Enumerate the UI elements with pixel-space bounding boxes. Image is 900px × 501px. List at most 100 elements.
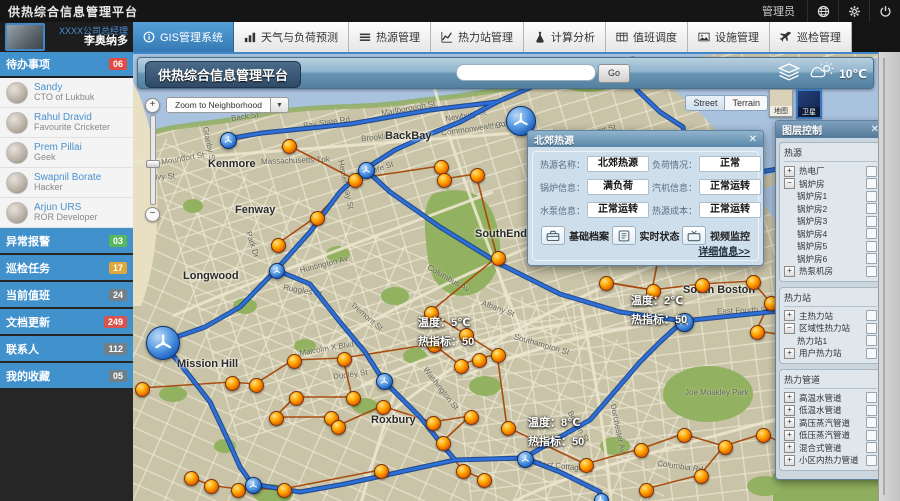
tab-7[interactable]: 设施管理 bbox=[688, 22, 770, 52]
heat-station-marker[interactable] bbox=[374, 464, 389, 479]
gear-icon[interactable] bbox=[838, 0, 869, 22]
heat-station-marker[interactable] bbox=[287, 354, 302, 369]
layer-checkbox[interactable] bbox=[866, 417, 877, 428]
expander-icon[interactable]: + bbox=[784, 430, 795, 441]
terrain-view-button[interactable]: Terrain bbox=[725, 95, 768, 111]
layer-checkbox[interactable] bbox=[866, 178, 877, 189]
sidebar-item-巡检任务[interactable]: 巡检任务17 bbox=[0, 255, 133, 282]
layer-checkbox[interactable] bbox=[866, 253, 877, 264]
heat-station-marker[interactable] bbox=[269, 411, 284, 426]
tab-4[interactable]: 热力站管理 bbox=[431, 22, 524, 52]
heat-station-marker[interactable] bbox=[599, 276, 614, 291]
heat-station-marker[interactable] bbox=[746, 275, 761, 290]
heat-source-marker[interactable] bbox=[376, 373, 393, 390]
globe-icon[interactable] bbox=[807, 0, 838, 22]
search-input[interactable] bbox=[456, 64, 596, 81]
heat-station-marker[interactable] bbox=[501, 421, 516, 436]
heat-source-marker[interactable] bbox=[358, 162, 375, 179]
heat-station-marker[interactable] bbox=[456, 464, 471, 479]
zoom-in-button[interactable]: + bbox=[145, 98, 160, 113]
layer-checkbox[interactable] bbox=[866, 455, 877, 466]
admin-label[interactable]: 管理员 bbox=[750, 3, 807, 19]
contact-item[interactable]: SandyCTO of Lukbuk bbox=[0, 78, 133, 108]
heat-station-marker[interactable] bbox=[271, 238, 286, 253]
zoom-out-button[interactable]: − bbox=[145, 207, 160, 222]
layer-checkbox[interactable] bbox=[866, 191, 877, 202]
heat-station-marker[interactable] bbox=[282, 139, 297, 154]
heat-station-marker[interactable] bbox=[225, 376, 240, 391]
heat-station-marker[interactable] bbox=[424, 306, 439, 321]
details-link[interactable]: 详细信息>> bbox=[698, 243, 750, 258]
sidebar-item-todo[interactable]: 待办事项 06 bbox=[0, 52, 133, 78]
power-icon[interactable] bbox=[869, 0, 900, 22]
heat-station-marker[interactable] bbox=[427, 338, 442, 353]
heat-station-marker[interactable] bbox=[718, 440, 733, 455]
popup-button-实时状态[interactable]: 实时状态 bbox=[612, 226, 680, 245]
layer-checkbox[interactable] bbox=[866, 241, 877, 252]
layer-checkbox[interactable] bbox=[866, 430, 877, 441]
expander-icon[interactable]: + bbox=[784, 266, 795, 277]
heat-source-marker[interactable] bbox=[594, 493, 609, 501]
heat-station-marker[interactable] bbox=[310, 211, 325, 226]
sidebar-item-我的收藏[interactable]: 我的收藏05 bbox=[0, 363, 133, 390]
expander-icon[interactable]: + bbox=[784, 455, 795, 466]
popup-button-基础档案[interactable]: 基础档案 bbox=[541, 226, 609, 245]
chevron-down-icon[interactable]: ▼ bbox=[271, 97, 289, 113]
go-button[interactable]: Go bbox=[598, 64, 630, 83]
expander-icon[interactable]: + bbox=[784, 417, 795, 428]
expander-icon[interactable]: + bbox=[784, 310, 795, 321]
layer-checkbox[interactable] bbox=[866, 310, 877, 321]
layer-checkbox[interactable] bbox=[866, 405, 877, 416]
layer-checkbox[interactable] bbox=[866, 216, 877, 227]
heat-station-marker[interactable] bbox=[694, 469, 709, 484]
layer-checkbox[interactable] bbox=[866, 348, 877, 359]
tab-3[interactable]: 热源管理 bbox=[349, 22, 431, 52]
expander-icon[interactable]: − bbox=[784, 178, 795, 189]
heat-station-marker[interactable] bbox=[135, 382, 150, 397]
heat-station-marker[interactable] bbox=[184, 471, 199, 486]
heat-station-marker[interactable] bbox=[477, 473, 492, 488]
tab-2[interactable]: 天气与负荷预测 bbox=[234, 22, 349, 52]
sidebar-item-联系人[interactable]: 联系人112 bbox=[0, 336, 133, 363]
heat-station-marker[interactable] bbox=[646, 284, 661, 299]
layers-icon[interactable] bbox=[777, 63, 801, 86]
heat-source-marker[interactable] bbox=[675, 313, 694, 332]
map-canvas[interactable]: Back StBay State RdBrookline AvCommonwea… bbox=[133, 52, 878, 501]
heat-station-marker[interactable] bbox=[249, 378, 264, 393]
layer-checkbox[interactable] bbox=[866, 166, 877, 177]
contact-item[interactable]: Rahul DravidFavourite Cricketer bbox=[0, 108, 133, 138]
tab-5[interactable]: 计算分析 bbox=[524, 22, 606, 52]
heat-station-marker[interactable] bbox=[695, 278, 710, 293]
heat-station-marker[interactable] bbox=[470, 168, 485, 183]
heat-station-marker[interactable] bbox=[277, 483, 292, 498]
heat-station-marker[interactable] bbox=[750, 325, 765, 340]
heat-station-marker[interactable] bbox=[454, 359, 469, 374]
layer-checkbox[interactable] bbox=[866, 203, 877, 214]
heat-station-marker[interactable] bbox=[289, 391, 304, 406]
heat-station-marker[interactable] bbox=[337, 352, 352, 367]
heat-station-marker[interactable] bbox=[464, 410, 479, 425]
heat-source-marker[interactable] bbox=[146, 326, 180, 360]
heat-station-marker[interactable] bbox=[639, 483, 654, 498]
heat-station-marker[interactable] bbox=[204, 479, 219, 494]
heat-station-marker[interactable] bbox=[472, 353, 487, 368]
layer-checkbox[interactable] bbox=[866, 442, 877, 453]
contact-item[interactable]: Swapnil BorateHacker bbox=[0, 168, 133, 198]
heat-station-marker[interactable] bbox=[491, 251, 506, 266]
zoom-slider-handle[interactable] bbox=[146, 160, 160, 168]
layer-checkbox[interactable] bbox=[866, 392, 877, 403]
map-type-thumbnail[interactable]: 卫星 bbox=[796, 89, 822, 119]
expander-icon[interactable]: + bbox=[784, 392, 795, 403]
heat-station-marker[interactable] bbox=[331, 420, 346, 435]
layer-panel-close-icon[interactable]: ✕ bbox=[871, 124, 878, 135]
heat-source-marker[interactable] bbox=[517, 451, 534, 468]
heat-station-marker[interactable] bbox=[376, 400, 391, 415]
heat-station-marker[interactable] bbox=[634, 443, 649, 458]
layer-checkbox[interactable] bbox=[866, 323, 877, 334]
heat-station-marker[interactable] bbox=[436, 436, 451, 451]
heat-station-marker[interactable] bbox=[231, 483, 246, 498]
sidebar-item-异常报警[interactable]: 异常报警03 bbox=[0, 228, 133, 255]
heat-station-marker[interactable] bbox=[756, 428, 771, 443]
heat-station-marker[interactable] bbox=[491, 348, 506, 363]
layer-checkbox[interactable] bbox=[866, 335, 877, 346]
